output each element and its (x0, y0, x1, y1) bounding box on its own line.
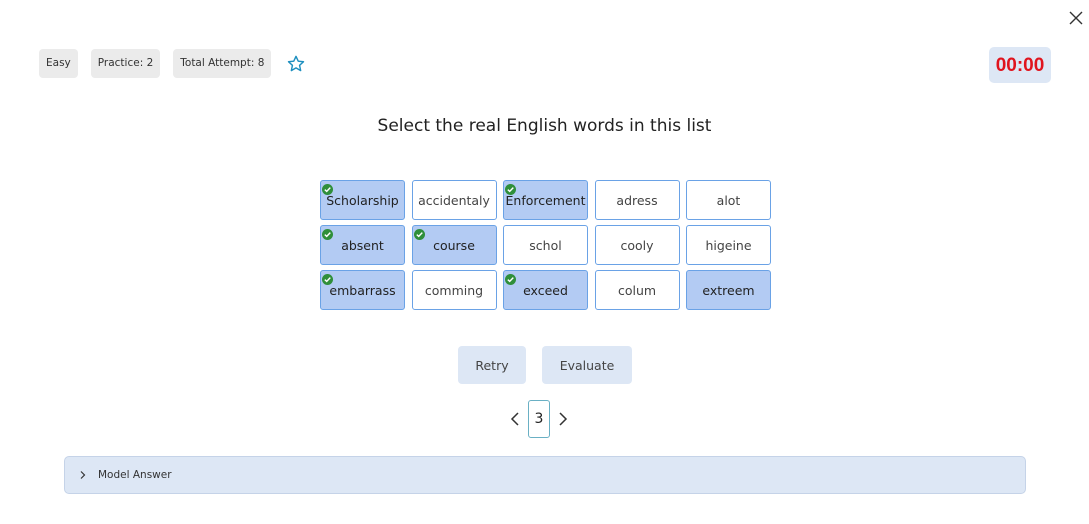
word-label: alot (716, 192, 741, 208)
word-option[interactable]: extreem (686, 270, 771, 310)
word-option[interactable]: exceed (503, 270, 588, 310)
word-option[interactable]: alot (686, 180, 771, 220)
word-option[interactable]: Enforcement (503, 180, 588, 220)
chevron-right-icon[interactable] (556, 409, 570, 429)
question-prompt: Select the real English words in this li… (377, 116, 712, 136)
word-label: absent (341, 237, 384, 253)
word-label: cooly (620, 237, 654, 253)
word-label: extreem (702, 282, 755, 298)
word-option[interactable]: accidentaly (411, 180, 497, 220)
word-label: exceed (523, 282, 568, 298)
close-icon[interactable] (1067, 9, 1085, 27)
pagination: 3 (508, 400, 570, 438)
word-label: course (433, 237, 475, 253)
word-label: Enforcement (505, 192, 586, 208)
total-attempt-chip: Total Attempt: 8 (173, 49, 272, 78)
word-option[interactable]: schol (503, 225, 588, 265)
word-option[interactable]: Scholarship (320, 180, 405, 220)
word-option[interactable]: colum (594, 270, 680, 310)
word-option[interactable]: absent (320, 225, 405, 265)
model-answer-toggle[interactable]: Model Answer (64, 456, 1026, 494)
word-option[interactable]: cooly (594, 225, 680, 265)
check-icon (322, 229, 333, 240)
check-icon (322, 184, 333, 195)
model-answer-label: Model Answer (98, 469, 172, 481)
timer: 00:00 (989, 47, 1051, 83)
word-label: comming (424, 282, 484, 298)
difficulty-chip: Easy (39, 49, 78, 78)
word-option[interactable]: adress (594, 180, 680, 220)
word-label: schol (529, 237, 562, 253)
star-icon[interactable] (286, 54, 306, 74)
practice-chip: Practice: 2 (90, 49, 161, 78)
word-label: higeine (705, 237, 752, 253)
check-icon (505, 184, 516, 195)
header-chips: Easy Practice: 2 Total Attempt: 8 (39, 49, 306, 78)
check-icon (322, 274, 333, 285)
chevron-right-icon (78, 470, 88, 480)
word-option[interactable]: embarrass (320, 270, 405, 310)
word-grid: Scholarship accidentaly Enforcement adress a… (320, 180, 771, 310)
word-label: colum (617, 282, 657, 298)
retry-button[interactable]: Retry (458, 346, 526, 384)
word-label: Scholarship (326, 192, 399, 208)
check-icon (505, 274, 516, 285)
evaluate-button[interactable]: Evaluate (542, 346, 632, 384)
check-icon (413, 229, 425, 240)
chevron-left-icon[interactable] (508, 409, 522, 429)
word-option[interactable]: comming (411, 270, 497, 310)
word-label: embarrass (329, 282, 396, 298)
word-option[interactable]: higeine (686, 225, 771, 265)
word-label: adress (616, 192, 658, 208)
word-label: accidentaly (418, 192, 490, 208)
page-number[interactable]: 3 (528, 400, 550, 438)
action-buttons: Retry Evaluate (458, 346, 632, 384)
word-option[interactable]: course (411, 225, 497, 265)
